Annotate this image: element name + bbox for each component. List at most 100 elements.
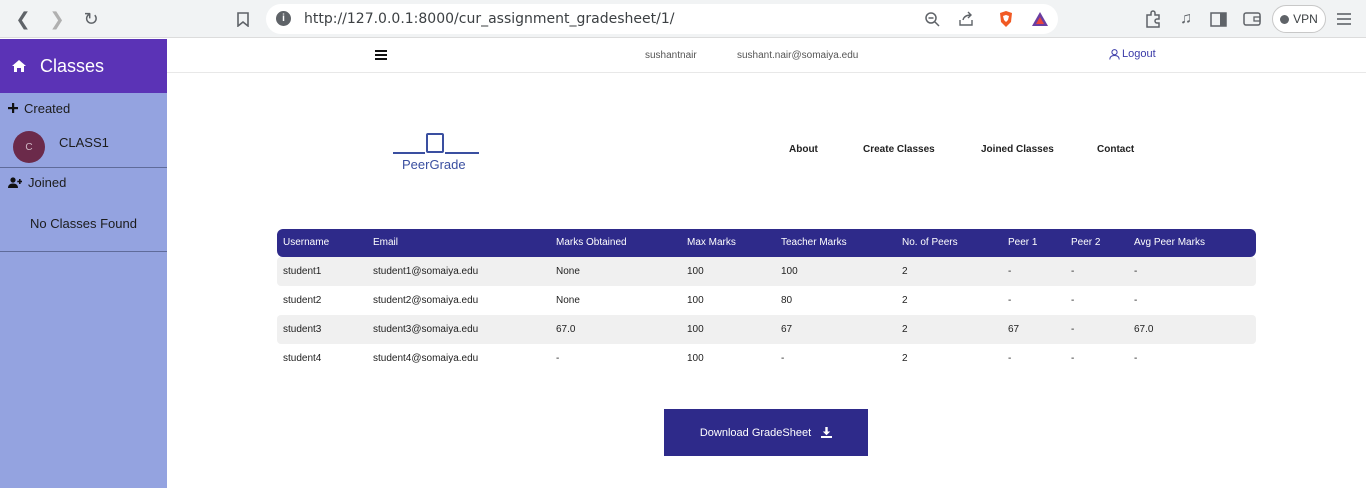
logo-text: PeerGrade (402, 157, 466, 172)
brave-shield-icon[interactable] (996, 9, 1016, 29)
address-bar[interactable]: i http://127.0.0.1:8000/cur_assignment_g… (266, 4, 1058, 34)
zoom-icon[interactable] (922, 9, 942, 29)
header-email: sushant.nair@somaiya.edu (737, 50, 859, 61)
url-text[interactable]: http://127.0.0.1:8000/cur_assignment_gra… (304, 11, 674, 27)
bookmark-icon[interactable] (230, 6, 256, 32)
back-icon[interactable]: ❮ (10, 6, 36, 32)
col-peer-2: Peer 2 (1071, 237, 1101, 248)
sidebar-item-class1[interactable]: C CLASS1 (0, 128, 167, 166)
avatar: C (13, 131, 45, 163)
joined-label: Joined (28, 174, 67, 190)
cell-email: student4@somaiya.edu (373, 353, 479, 364)
col-email: Email (373, 237, 399, 248)
cell-email: student3@somaiya.edu (373, 324, 479, 335)
vpn-label: VPN (1293, 12, 1318, 26)
site-info-icon[interactable]: i (276, 11, 291, 26)
download-icon (821, 427, 833, 438)
vpn-button[interactable]: VPN (1272, 5, 1326, 33)
reload-icon[interactable]: ↻ (78, 6, 104, 32)
cell-email: student2@somaiya.edu (373, 295, 479, 306)
col-marks-obtained: Marks Obtained (556, 237, 627, 248)
cell-peer-2: - (1071, 324, 1075, 335)
cell-no-of-peers: 2 (902, 266, 908, 277)
add-user-icon (8, 176, 22, 188)
cell-peer-1: - (1008, 295, 1012, 306)
media-icon[interactable]: ♫ (1175, 8, 1197, 30)
cell-avg-peer-marks: - (1134, 295, 1138, 306)
cell-peer-2: - (1071, 295, 1075, 306)
cell-avg-peer-marks: - (1134, 266, 1138, 277)
cell-avg-peer-marks: - (1134, 353, 1138, 364)
table-row: student4 student4@somaiya.edu - 100 - 2 … (277, 344, 1256, 373)
cell-no-of-peers: 2 (902, 295, 908, 306)
cell-email: student1@somaiya.edu (373, 266, 479, 277)
menu-icon[interactable] (1333, 8, 1355, 30)
table-row: student1 student1@somaiya.edu None 100 1… (277, 257, 1256, 286)
created-section[interactable]: Created (0, 94, 167, 122)
sidebar: Classes Created C CLASS1 Joined No Class… (0, 39, 167, 488)
cell-marks-obtained: - (556, 353, 560, 364)
cell-no-of-peers: 2 (902, 353, 908, 364)
col-teacher-marks: Teacher Marks (781, 237, 847, 248)
cell-teacher-marks: 67 (781, 324, 793, 335)
header-username: sushantnair (645, 50, 697, 61)
extensions-icon[interactable] (1142, 8, 1164, 30)
cell-max-marks: 100 (687, 353, 704, 364)
nav-about[interactable]: About (789, 144, 818, 155)
col-peer-1: Peer 1 (1008, 237, 1038, 248)
logo-line-left (393, 152, 425, 154)
cell-teacher-marks: - (781, 353, 785, 364)
sidebar-toggle-icon[interactable] (1207, 8, 1229, 30)
cell-max-marks: 100 (687, 324, 704, 335)
sidebar-header[interactable]: Classes (0, 39, 167, 93)
cell-peer-2: - (1071, 266, 1075, 277)
nav-create-classes[interactable]: Create Classes (863, 144, 935, 155)
table-row: student3 student3@somaiya.edu 67.0 100 6… (277, 315, 1256, 344)
wallet-icon[interactable] (1241, 8, 1263, 30)
cell-marks-obtained: 67.0 (556, 324, 576, 335)
cell-teacher-marks: 100 (781, 266, 798, 277)
cell-username: student1 (283, 266, 322, 277)
cell-no-of-peers: 2 (902, 324, 908, 335)
nav-contact[interactable]: Contact (1097, 144, 1134, 155)
logout-label: Logout (1122, 48, 1156, 60)
cell-avg-peer-marks: 67.0 (1134, 324, 1154, 335)
plus-icon (8, 103, 18, 113)
forward-icon[interactable]: ❯ (44, 6, 70, 32)
brave-rewards-icon[interactable] (1030, 9, 1050, 29)
cell-peer-1: 67 (1008, 324, 1020, 335)
user-icon (1109, 48, 1120, 60)
joined-section[interactable]: Joined (0, 168, 167, 196)
vpn-status-icon (1280, 14, 1290, 24)
share-icon[interactable] (956, 9, 976, 29)
cell-marks-obtained: None (556, 295, 580, 306)
table-row: student2 student2@somaiya.edu None 100 8… (277, 286, 1256, 315)
col-avg-peer-marks: Avg Peer Marks (1134, 237, 1205, 248)
cell-max-marks: 100 (687, 266, 704, 277)
hamburger-icon[interactable] (375, 50, 387, 62)
book-icon (426, 133, 444, 153)
browser-toolbar: ❮ ❯ ↻ i http://127.0.0.1:8000/cur_assign… (0, 0, 1366, 38)
divider (0, 251, 167, 252)
class-name: CLASS1 (59, 134, 109, 150)
peergrade-logo[interactable]: PeerGrade (393, 132, 479, 172)
table-header: Username Email Marks Obtained Max Marks … (277, 229, 1256, 257)
download-gradesheet-button[interactable]: Download GradeSheet (664, 409, 868, 456)
cell-peer-1: - (1008, 353, 1012, 364)
top-header: sushantnair sushant.nair@somaiya.edu Log… (167, 39, 1366, 73)
no-classes-text: No Classes Found (30, 216, 137, 231)
cell-username: student4 (283, 353, 322, 364)
cell-teacher-marks: 80 (781, 295, 793, 306)
nav-joined-classes[interactable]: Joined Classes (981, 144, 1054, 155)
sidebar-title: Classes (40, 55, 105, 76)
home-icon (12, 60, 26, 72)
cell-username: student2 (283, 295, 322, 306)
cell-username: student3 (283, 324, 322, 335)
col-max-marks: Max Marks (687, 237, 736, 248)
logout-link[interactable]: Logout (1109, 48, 1156, 60)
col-no-of-peers: No. of Peers (902, 237, 958, 248)
col-username: Username (283, 237, 330, 248)
cell-marks-obtained: None (556, 266, 580, 277)
download-label: Download GradeSheet (699, 426, 812, 439)
cell-max-marks: 100 (687, 295, 704, 306)
